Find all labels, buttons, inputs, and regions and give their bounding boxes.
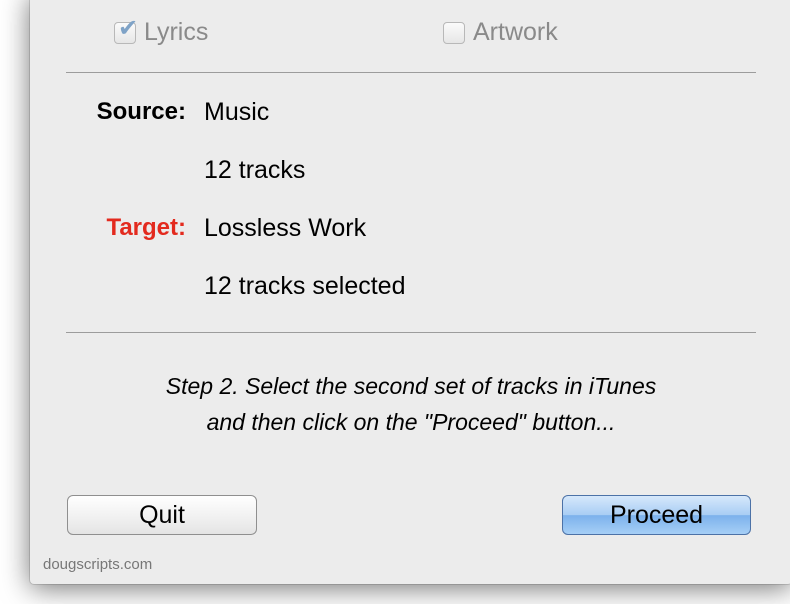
instructions-line-1: Step 2. Select the second set of tracks … <box>165 373 657 399</box>
options-row: ✔ Lyrics Artwork <box>30 16 790 50</box>
target-name: Lossless Work <box>204 214 367 242</box>
artwork-checkbox-box[interactable] <box>443 21 465 44</box>
instructions-text: Step 2. Select the second set of tracks … <box>30 368 790 440</box>
artwork-label: Artwork <box>473 18 558 46</box>
source-name: Music <box>204 98 270 126</box>
artwork-checkbox[interactable]: Artwork <box>443 18 558 47</box>
instructions-line-2: and then click on the "Proceed" button..… <box>206 409 616 435</box>
checkmark-icon: ✔ <box>118 14 139 42</box>
lyrics-checkbox[interactable]: ✔ Lyrics <box>114 16 209 47</box>
quit-button[interactable]: Quit <box>67 495 257 535</box>
divider-bottom <box>66 332 756 333</box>
source-track-count: 12 tracks <box>204 156 306 184</box>
lyrics-label: Lyrics <box>144 18 209 46</box>
lyrics-checkbox-box[interactable]: ✔ <box>114 16 138 44</box>
source-label: Source: <box>96 98 186 125</box>
target-label: Target: <box>106 214 186 241</box>
divider-top <box>66 72 756 73</box>
dialog-window: ✔ Lyrics Artwork Source: Music 12 tracks… <box>30 0 790 584</box>
target-track-count: 12 tracks selected <box>204 272 406 300</box>
footer-credit: dougscripts.com <box>43 556 153 573</box>
proceed-button[interactable]: Proceed <box>562 495 751 535</box>
